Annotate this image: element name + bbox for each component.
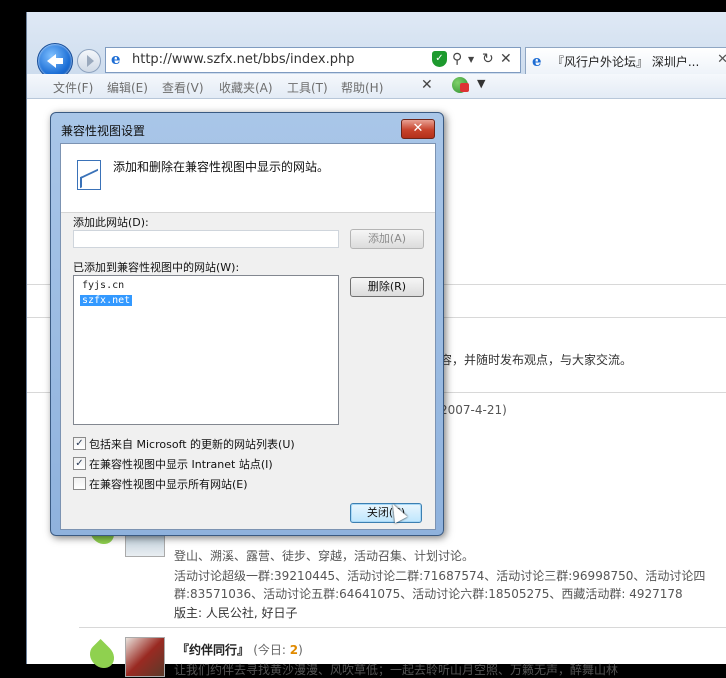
menu-bar: 文件(F) 编辑(E) 查看(V) 收藏夹(A) 工具(T) 帮助(H) ✕ ▼: [27, 74, 726, 99]
divider: [79, 627, 726, 628]
checkbox-label[interactable]: 在兼容性视图中显示 Intranet 站点(I): [89, 456, 273, 472]
checkbox[interactable]: ✓: [73, 437, 86, 450]
dialog-body: 添加和删除在兼容性视图中显示的网站。 添加此网站(D): 添加(A) 已添加到兼…: [60, 143, 436, 530]
forum-thumbnail[interactable]: [125, 637, 165, 677]
date-text: 2007-4-21): [440, 403, 507, 417]
menu-tools[interactable]: 工具(T): [287, 79, 328, 96]
compat-document-icon: [77, 160, 101, 190]
menu-view[interactable]: 查看(V): [162, 79, 204, 96]
today-end: ): [298, 643, 303, 657]
checkbox[interactable]: ✓: [73, 457, 86, 470]
stop-icon[interactable]: ✕: [500, 51, 512, 67]
back-arrow-icon: [47, 54, 63, 68]
forward-button[interactable]: [77, 49, 101, 73]
tab-title: 『风行户外论坛』 深圳户...: [552, 55, 700, 69]
ie-tab-icon: e: [532, 52, 542, 70]
site-list-label: 已添加到兼容性视图中的网站(W):: [73, 261, 240, 274]
checkbox[interactable]: [73, 477, 86, 490]
close-icon[interactable]: ✕: [421, 77, 433, 93]
forum-groups: 活动讨论超级一群:39210445、活动讨论二群:71687574、活动讨论三群…: [174, 569, 706, 583]
today-label: (今日:: [253, 643, 290, 657]
leaf-icon: [85, 639, 119, 673]
shield-icon[interactable]: ✓: [432, 51, 447, 67]
dropdown-arrow-icon[interactable]: ▼: [468, 55, 474, 64]
forum-groups: 群:83571036、活动讨论五群:64641075、活动讨论六群:185052…: [174, 587, 683, 601]
dialog-close-button[interactable]: ✕: [401, 119, 435, 139]
forum-title[interactable]: 『约伴同行』 (今日: 2): [177, 641, 303, 658]
menu-favorites[interactable]: 收藏夹(A): [219, 79, 273, 96]
ie-page-icon: e: [111, 50, 121, 68]
close-button[interactable]: 关闭(C): [350, 503, 422, 523]
refresh-icon[interactable]: ↻: [482, 51, 494, 67]
add-site-label: 添加此网站(D):: [73, 216, 149, 229]
list-item[interactable]: fyjs.cn: [80, 280, 126, 291]
list-item-selected[interactable]: szfx.net: [80, 295, 133, 306]
dialog-header: 添加和删除在兼容性视图中显示的网站。: [61, 144, 435, 213]
tab-active[interactable]: e 『风行户外论坛』 深圳户... ✕: [525, 47, 726, 74]
forum-title-text[interactable]: 『约伴同行』: [177, 643, 249, 657]
chevron-down-icon[interactable]: ▼: [477, 77, 485, 90]
intro-text: 容，并随时发布观点，与大家交流。: [440, 353, 633, 367]
search-icon[interactable]: ⚲: [452, 51, 462, 67]
forum-desc: 登山、溯溪、露营、徒步、穿越，活动召集、计划讨论。: [174, 549, 475, 563]
tab-close-icon[interactable]: ✕: [717, 52, 726, 67]
today-count: 2: [289, 643, 299, 657]
checkbox-label[interactable]: 在兼容性视图中显示所有网站(E): [89, 476, 248, 492]
site-list[interactable]: fyjs.cn szfx.net: [73, 275, 339, 425]
dialog-title: 兼容性视图设置: [61, 124, 146, 138]
remove-button[interactable]: 删除(R): [350, 277, 424, 297]
menu-help[interactable]: 帮助(H): [341, 79, 383, 96]
menu-file[interactable]: 文件(F): [53, 79, 93, 96]
compat-view-icon[interactable]: [452, 77, 469, 93]
dialog-description: 添加和删除在兼容性视图中显示的网站。: [113, 160, 330, 174]
forum-moderator[interactable]: 版主: 人民公社, 好日子: [174, 604, 298, 621]
add-button[interactable]: 添加(A): [350, 229, 424, 249]
address-text[interactable]: http://www.szfx.net/bbs/index.php: [132, 52, 354, 67]
menu-edit[interactable]: 编辑(E): [107, 79, 148, 96]
address-bar[interactable]: e http://www.szfx.net/bbs/index.php ✓ ⚲ …: [105, 47, 521, 73]
forward-arrow-icon: [87, 55, 94, 67]
add-site-input[interactable]: [73, 230, 339, 248]
compat-view-dialog: 兼容性视图设置 ✕ 添加和删除在兼容性视图中显示的网站。 添加此网站(D): 添…: [50, 112, 444, 536]
checkbox-label[interactable]: 包括来自 Microsoft 的更新的网站列表(U): [89, 436, 295, 452]
